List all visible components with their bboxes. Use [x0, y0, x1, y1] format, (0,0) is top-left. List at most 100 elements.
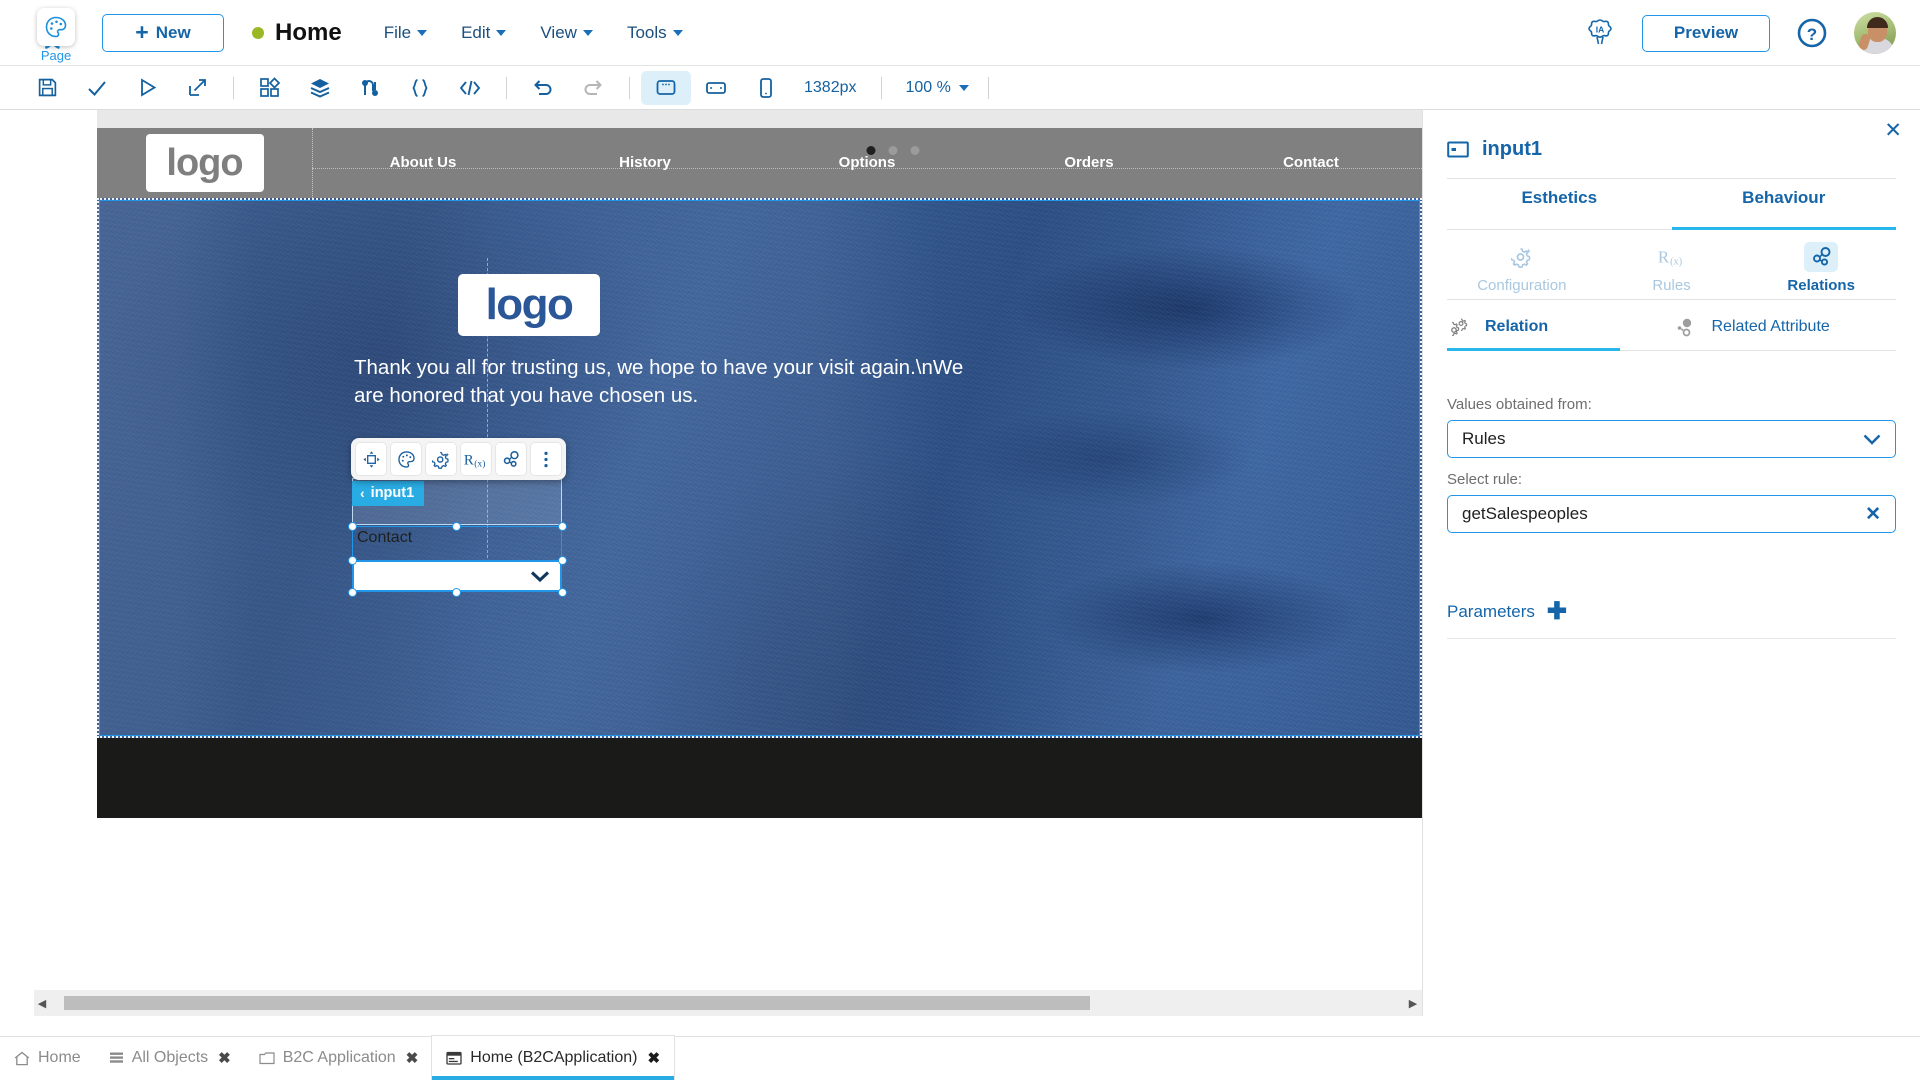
menu-edit[interactable]: Edit	[461, 23, 507, 43]
avatar[interactable]	[1854, 12, 1896, 54]
select-rule-label: Select rule:	[1447, 471, 1523, 488]
palette-icon[interactable]	[37, 8, 75, 46]
svg-text:R: R	[464, 452, 474, 468]
save-icon[interactable]	[22, 71, 72, 105]
scroll-right-arrow-icon[interactable]: ▶	[1404, 997, 1422, 1010]
chevron-down-icon	[496, 29, 507, 36]
configuration-gear-icon[interactable]	[425, 442, 457, 476]
scroll-left-arrow-icon[interactable]: ◀	[34, 997, 50, 1010]
resize-handle[interactable]	[348, 556, 357, 565]
carousel-dot[interactable]	[910, 146, 920, 155]
resize-handle[interactable]	[348, 522, 357, 531]
tab-esthetics[interactable]: Esthetics	[1447, 188, 1672, 230]
zoom-selector[interactable]: 100 %	[893, 79, 977, 97]
close-icon[interactable]: ✖	[406, 1049, 419, 1067]
mobile-icon[interactable]	[741, 71, 791, 105]
tab-behaviour[interactable]: Behaviour	[1671, 188, 1896, 230]
svg-text:R: R	[1657, 248, 1669, 267]
divider	[987, 76, 989, 99]
site-logo: logo	[145, 134, 264, 192]
status-badge	[252, 26, 264, 39]
resize-handle[interactable]	[348, 588, 357, 597]
export-icon[interactable]	[172, 71, 222, 105]
rules-rx-icon[interactable]: R (x)	[460, 442, 492, 476]
resize-handle[interactable]	[558, 556, 567, 565]
section-tab-relation[interactable]: Relation	[1447, 304, 1672, 350]
desktop-icon[interactable]	[641, 70, 691, 105]
close-icon[interactable]: ✖	[218, 1049, 231, 1067]
subtab-rules[interactable]: R (x) Rules	[1597, 238, 1747, 299]
play-icon[interactable]	[122, 71, 172, 105]
plus-icon[interactable]: ✚	[1547, 600, 1567, 624]
resize-handle[interactable]	[558, 522, 567, 531]
section-tab-label: Related Attribute	[1711, 318, 1830, 335]
canvas-horizontal-scrollbar[interactable]: ◀ ▶	[34, 990, 1422, 1016]
site-nav-link-about-us[interactable]: About Us	[312, 128, 534, 198]
subtab-relations[interactable]: Relations	[1746, 238, 1896, 299]
menu-view[interactable]: View	[540, 23, 593, 43]
move-icon[interactable]	[355, 442, 387, 476]
question-circle-icon[interactable]: ?	[1796, 17, 1828, 49]
plus-icon: +	[135, 19, 149, 45]
values-obtained-from-value: Rules	[1462, 429, 1506, 448]
resize-handle[interactable]	[452, 522, 461, 531]
page-tool-label: Page	[40, 48, 72, 63]
new-button[interactable]: + New	[102, 13, 224, 52]
bottom-tab-all-objects[interactable]: All Objects ✖	[95, 1036, 245, 1080]
site-nav-link-orders[interactable]: Orders	[978, 128, 1200, 198]
scrollbar-track[interactable]	[50, 996, 1404, 1010]
bottom-tab-home[interactable]: Home	[0, 1036, 95, 1080]
components-icon[interactable]	[245, 71, 295, 105]
panel-subtabs: Configuration R (x) Rules Relations	[1447, 238, 1896, 300]
select-rule-input[interactable]: getSalespeoples ✕	[1447, 495, 1896, 533]
bottom-tab-home-b2capplication[interactable]: Home (B2CApplication) ✖	[432, 1036, 675, 1080]
bottom-tab-label: All Objects	[131, 1049, 209, 1066]
zoom-value: 100 %	[905, 78, 951, 96]
top-header: + New Home File Edit View Tools IA Previ…	[0, 0, 1920, 66]
bottom-tab-b2c-application[interactable]: B2C Application ✖	[245, 1036, 433, 1080]
selected-widget-tag[interactable]: ‹ input1	[352, 481, 425, 506]
list-icon	[109, 1051, 124, 1066]
tablet-icon[interactable]	[691, 71, 741, 105]
section-tab-related-attribute[interactable]: Related Attribute	[1672, 304, 1897, 350]
check-icon[interactable]	[72, 71, 122, 105]
menu-tools[interactable]: Tools	[627, 23, 683, 43]
relations-icon[interactable]	[495, 442, 527, 476]
ia-badge-icon[interactable]: IA	[1584, 17, 1616, 49]
palette-icon[interactable]	[390, 442, 422, 476]
undo-icon[interactable]	[518, 71, 568, 105]
left-rail	[0, 110, 34, 1016]
svg-text:IA: IA	[1596, 25, 1605, 35]
canvas-width-value[interactable]: 1382px	[791, 79, 870, 97]
preview-button[interactable]: Preview	[1642, 14, 1770, 52]
page-tool[interactable]: Page	[30, 8, 82, 63]
site-nav-link-contact[interactable]: Contact	[1200, 128, 1422, 198]
braces-icon[interactable]	[395, 71, 445, 105]
clear-rule-icon[interactable]: ✕	[1865, 505, 1881, 524]
values-obtained-from-select[interactable]: Rules	[1447, 420, 1896, 458]
layers-icon[interactable]	[295, 71, 345, 105]
carousel-dot[interactable]	[866, 146, 876, 155]
close-icon[interactable]: ✖	[647, 1049, 660, 1067]
code-icon[interactable]	[445, 71, 495, 105]
menu-file[interactable]: File	[384, 23, 428, 43]
close-icon[interactable]: ✕	[1884, 120, 1902, 141]
redo-icon[interactable]	[568, 71, 618, 105]
chevron-down-icon	[417, 29, 428, 36]
hero-section[interactable]: logo Thank you all for trusting us, we h…	[97, 198, 1422, 738]
chevron-down-icon	[958, 84, 969, 91]
site-footer	[97, 738, 1422, 818]
subtab-configuration[interactable]: Configuration	[1447, 238, 1597, 299]
svg-text:?: ?	[1807, 25, 1817, 44]
resize-handle[interactable]	[558, 588, 567, 597]
site-nav-link-options[interactable]: Options	[756, 128, 978, 198]
scrollbar-thumb[interactable]	[64, 996, 1090, 1010]
more-vertical-icon[interactable]	[530, 442, 562, 476]
flow-icon[interactable]	[345, 71, 395, 105]
site-nav-link-history[interactable]: History	[534, 128, 756, 198]
resize-handle[interactable]	[452, 588, 461, 597]
carousel-dots	[866, 146, 920, 155]
parameters-label[interactable]: Parameters	[1447, 602, 1535, 622]
subtab-label: Rules	[1652, 277, 1691, 294]
carousel-dot[interactable]	[888, 146, 898, 155]
